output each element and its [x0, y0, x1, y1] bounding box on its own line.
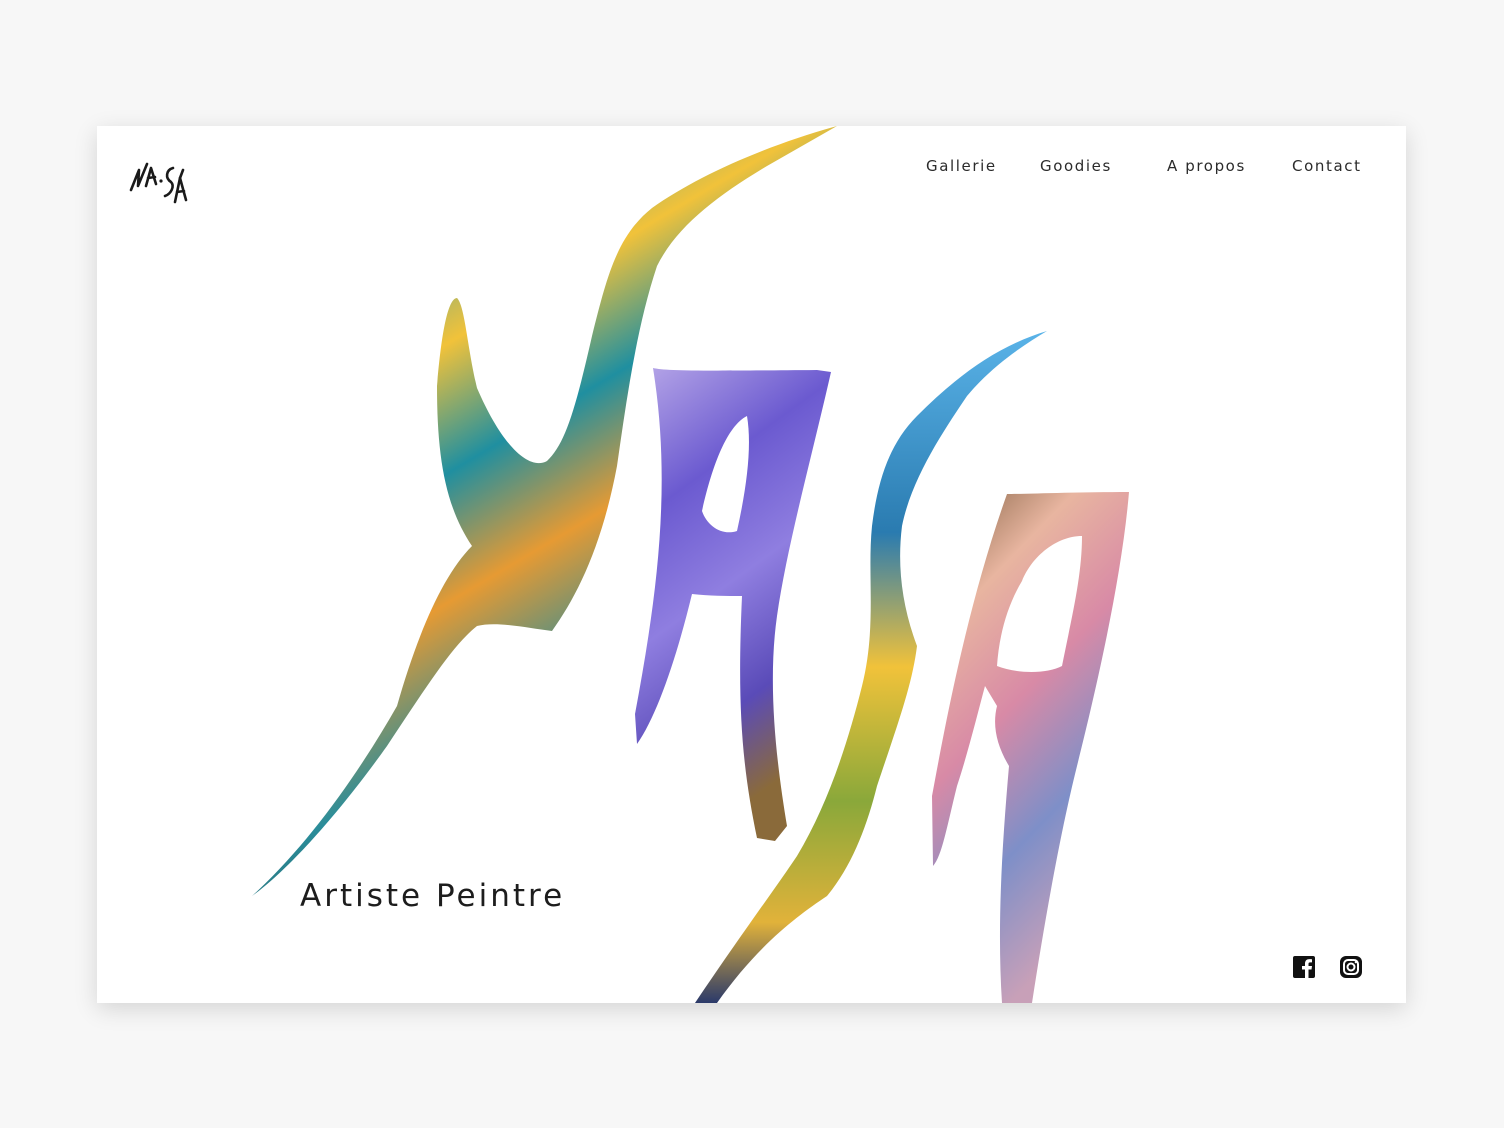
facebook-icon[interactable] — [1292, 955, 1316, 979]
hero-tagline: Artiste Peintre — [300, 878, 566, 914]
painted-wordmark — [252, 126, 1129, 1003]
hero-card: Gallerie Goodies A propos Contact Artist… — [97, 126, 1406, 1003]
instagram-icon[interactable] — [1339, 955, 1363, 979]
